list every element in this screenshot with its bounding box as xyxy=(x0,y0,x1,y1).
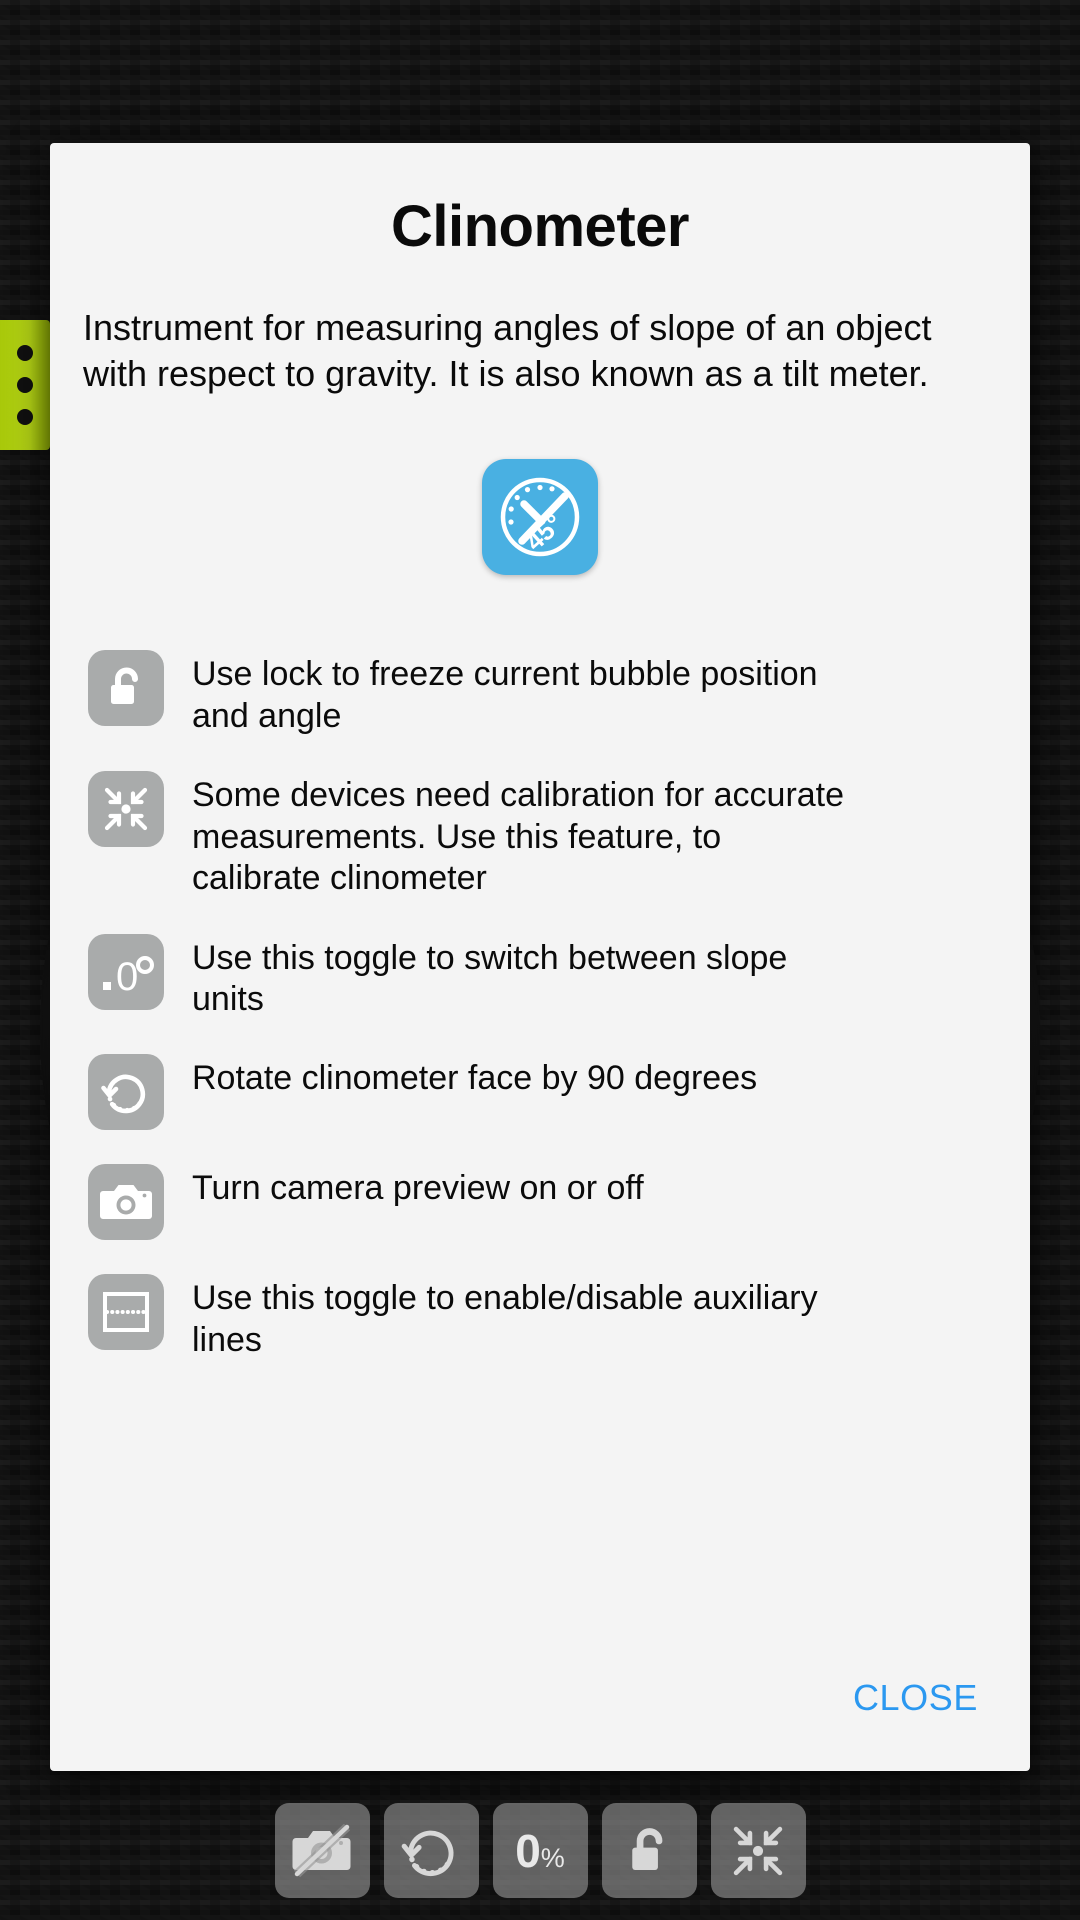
unlock-icon xyxy=(621,1822,677,1880)
drawer-handle[interactable] xyxy=(0,320,50,450)
feature-row-camera: Turn camera preview on or off xyxy=(80,1164,1000,1241)
auxiliary-lines-icon xyxy=(88,1274,164,1351)
feature-label: Use this toggle to switch between slope … xyxy=(192,938,788,1018)
slope-value: 0 xyxy=(515,1824,541,1877)
slope-unit-label: % xyxy=(540,1842,565,1873)
rotate-button[interactable] xyxy=(383,1803,479,1898)
close-button[interactable]: CLOSE xyxy=(853,1677,978,1719)
feature-row-calibrate: Some devices need calibration for accura… xyxy=(80,771,1000,899)
drawer-handle-dot xyxy=(17,377,33,393)
feature-row-rotate: Rotate clinometer face by 90 degrees xyxy=(80,1054,1000,1131)
calibrate-icon xyxy=(88,771,164,848)
feature-row-lock: Use lock to freeze current bubble positi… xyxy=(80,650,1000,737)
camera-icon xyxy=(88,1164,164,1241)
calibrate-button[interactable] xyxy=(710,1803,806,1898)
page-title: Clinometer xyxy=(391,194,689,259)
help-dialog: Clinometer Instrument for measuring angl… xyxy=(50,143,1030,1771)
camera-off-button[interactable] xyxy=(274,1803,370,1898)
clinometer-app-icon: 45° xyxy=(482,459,598,576)
feature-label: Use this toggle to enable/disable auxili… xyxy=(192,1279,818,1359)
feature-label: Turn camera preview on or off xyxy=(192,1169,644,1208)
feature-list: Use lock to freeze current bubble positi… xyxy=(80,650,1000,1361)
app-icon-container: 45° xyxy=(80,459,1000,576)
feature-row-auxiliary-lines: Use this toggle to enable/disable auxili… xyxy=(80,1274,1000,1361)
feature-label: Some devices need calibration for accura… xyxy=(192,776,845,898)
slope-unit-button[interactable]: 0% xyxy=(492,1803,588,1898)
unlock-icon xyxy=(88,650,164,727)
bottom-toolbar: 0% xyxy=(0,1803,1080,1898)
dialog-description: Instrument for measuring angles of slope… xyxy=(83,307,932,395)
dialog-actions: CLOSE xyxy=(853,1677,978,1719)
camera-off-icon xyxy=(291,1823,353,1878)
decimal-degree-icon: 0 xyxy=(88,933,164,1010)
feature-label: Rotate clinometer face by 90 degrees xyxy=(192,1059,758,1098)
drawer-handle-dot xyxy=(17,409,33,425)
drawer-handle-dot xyxy=(17,345,33,361)
rotate-icon xyxy=(88,1054,164,1131)
rotate-icon xyxy=(400,1820,462,1882)
svg-text:0: 0 xyxy=(116,955,138,998)
slope-unit-value: 0% xyxy=(515,1828,565,1874)
feature-row-slope-unit: 0 Use this toggle to switch between slop… xyxy=(80,933,1000,1021)
lock-button[interactable] xyxy=(601,1803,697,1898)
feature-label: Use lock to freeze current bubble positi… xyxy=(192,655,818,735)
calibrate-icon xyxy=(728,1821,788,1881)
